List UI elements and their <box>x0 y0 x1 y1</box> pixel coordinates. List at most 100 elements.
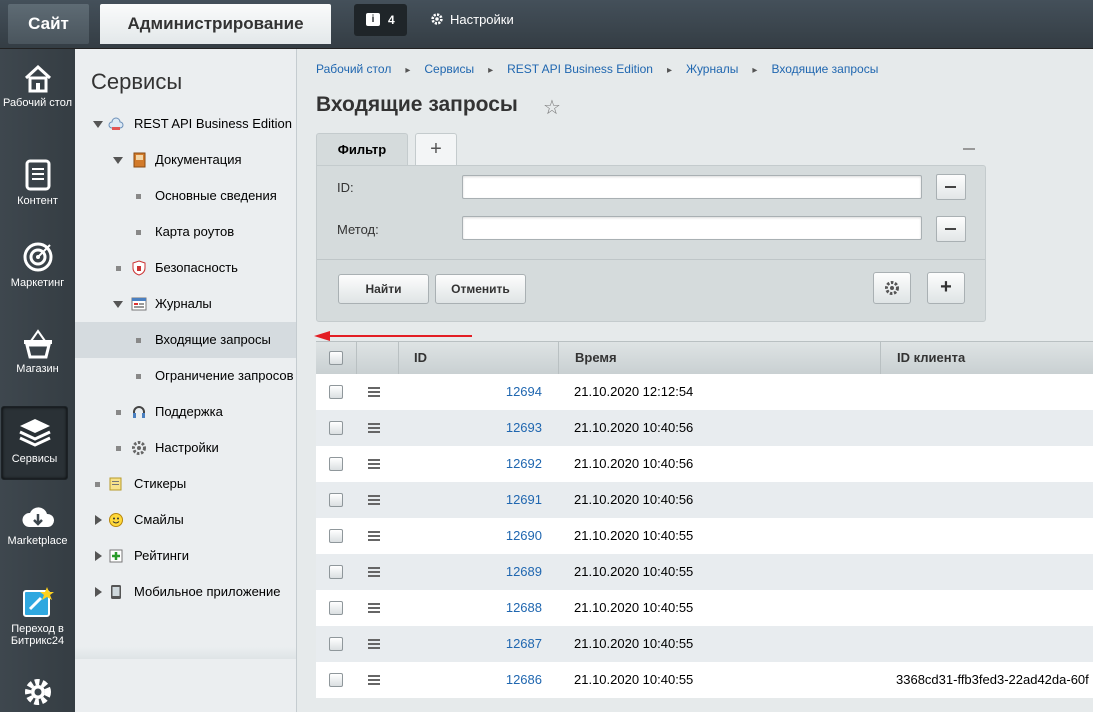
row-menu-icon[interactable] <box>368 639 380 649</box>
actions-column-header <box>356 342 397 374</box>
expand-arrow-icon[interactable] <box>95 587 102 597</box>
row-menu-icon[interactable] <box>368 531 380 541</box>
tree-item-journals[interactable]: Журналы <box>75 286 296 322</box>
icon-panel: Рабочий стол Контент Маркетинг Магазин С… <box>0 49 75 712</box>
column-header-id[interactable]: ID <box>398 342 558 374</box>
top-bar: Сайт Администрирование i 4 Настройки <box>0 0 1093 49</box>
tree-item-security[interactable]: Безопасность <box>75 250 296 286</box>
column-header-time[interactable]: Время <box>558 342 880 374</box>
table-row[interactable]: 12688 21.10.2020 10:40:55 <box>316 590 1093 626</box>
tree-item-documentation[interactable]: Документация <box>75 142 296 178</box>
id-field[interactable] <box>462 175 922 199</box>
row-checkbox[interactable] <box>329 457 343 471</box>
breadcrumb-separator-icon: ▸ <box>666 65 672 76</box>
admin-tab[interactable]: Администрирование <box>100 4 331 44</box>
row-checkbox[interactable] <box>329 421 343 435</box>
tree-item-incoming-requests[interactable]: Входящие запросы <box>75 322 296 358</box>
table-row[interactable]: 12693 21.10.2020 10:40:56 <box>316 410 1093 446</box>
nav-content[interactable]: Контент <box>0 159 75 207</box>
tree-item-rest-api[interactable]: REST API Business Edition <box>75 106 296 142</box>
site-tab[interactable]: Сайт <box>8 4 89 44</box>
table-row[interactable]: 12692 21.10.2020 10:40:56 <box>316 446 1093 482</box>
row-id-link[interactable]: 12688 <box>436 590 542 626</box>
row-checkbox[interactable] <box>329 601 343 615</box>
row-checkbox[interactable] <box>329 529 343 543</box>
tree-item-ratings[interactable]: Рейтинги <box>75 538 296 574</box>
bullet-icon <box>116 446 121 451</box>
tree-item-mobile-app[interactable]: Мобильное приложение <box>75 574 296 610</box>
row-id-link[interactable]: 12687 <box>436 626 542 662</box>
nav-services[interactable]: Сервисы <box>1 406 68 480</box>
settings-link[interactable]: Настройки <box>430 12 514 27</box>
filter-settings-button[interactable] <box>873 272 911 304</box>
table-row[interactable]: 12691 21.10.2020 10:40:56 <box>316 482 1093 518</box>
row-checkbox[interactable] <box>329 493 343 507</box>
expand-arrow-icon[interactable] <box>113 157 123 164</box>
remove-id-field-button[interactable] <box>936 174 966 200</box>
row-checkbox[interactable] <box>329 385 343 399</box>
tree-item-request-limit[interactable]: Ограничение запросов <box>75 358 296 394</box>
collapse-filter-icon[interactable] <box>963 148 975 150</box>
tree-item-route-map[interactable]: Карта роутов <box>75 214 296 250</box>
add-field-button[interactable]: + <box>927 272 965 304</box>
table-row[interactable]: 12690 21.10.2020 10:40:55 <box>316 518 1093 554</box>
breadcrumb-item[interactable]: Рабочий стол <box>316 62 391 76</box>
nav-marketing[interactable]: Маркетинг <box>0 241 75 289</box>
row-checkbox[interactable] <box>329 637 343 651</box>
expand-arrow-icon[interactable] <box>95 551 102 561</box>
table-row[interactable]: 12686 21.10.2020 10:40:55 3368cd31-ffb3fed… <box>316 662 1093 698</box>
row-id-link[interactable]: 12693 <box>436 410 542 446</box>
row-menu-icon[interactable] <box>368 459 380 469</box>
row-id-link[interactable]: 12694 <box>436 374 542 410</box>
add-filter-tab-button[interactable]: + <box>415 133 457 166</box>
row-checkbox[interactable] <box>329 565 343 579</box>
row-checkbox[interactable] <box>329 673 343 687</box>
notifications-button[interactable]: i 4 <box>354 4 407 36</box>
annotation-arrow-icon <box>314 331 472 341</box>
table-row[interactable]: 12687 21.10.2020 10:40:55 <box>316 626 1093 662</box>
row-menu-icon[interactable] <box>368 495 380 505</box>
nav-desktop[interactable]: Рабочий стол <box>0 65 75 109</box>
breadcrumb-item[interactable]: REST API Business Edition <box>507 62 653 76</box>
tree-item-settings[interactable]: Настройки <box>75 430 296 466</box>
tree-item-smiles[interactable]: Смайлы <box>75 502 296 538</box>
breadcrumb-item[interactable]: Входящие запросы <box>771 62 878 76</box>
row-id-link[interactable]: 12686 <box>436 662 542 698</box>
expand-arrow-icon[interactable] <box>113 301 123 308</box>
table-row[interactable]: 12694 21.10.2020 12:12:54 <box>316 374 1093 410</box>
row-id-link[interactable]: 12690 <box>436 518 542 554</box>
row-menu-icon[interactable] <box>368 387 380 397</box>
row-id-link[interactable]: 12692 <box>436 446 542 482</box>
select-all-checkbox[interactable] <box>329 351 343 365</box>
expand-arrow-icon[interactable] <box>93 121 103 128</box>
column-header-client-id[interactable]: ID клиента <box>880 342 1093 374</box>
favorite-star-icon[interactable]: ☆ <box>543 95 561 120</box>
row-menu-icon[interactable] <box>368 603 380 613</box>
row-id-link[interactable]: 12689 <box>436 554 542 590</box>
cancel-button[interactable]: Отменить <box>435 274 526 304</box>
breadcrumb-item[interactable]: Журналы <box>686 62 738 76</box>
tree-item-support[interactable]: Поддержка <box>75 394 296 430</box>
nav-marketplace[interactable]: Marketplace <box>0 505 75 547</box>
expand-arrow-icon[interactable] <box>95 515 102 525</box>
target-icon <box>23 242 52 272</box>
remove-method-field-button[interactable] <box>936 216 966 242</box>
nav-bitrix24[interactable]: Переход в Битрикс24 <box>0 585 75 647</box>
nav-settings[interactable] <box>0 677 75 711</box>
row-menu-icon[interactable] <box>368 423 380 433</box>
row-menu-icon[interactable] <box>368 675 380 685</box>
find-button[interactable]: Найти <box>338 274 429 304</box>
filter-tab[interactable]: Фильтр <box>316 133 408 166</box>
breadcrumb-item[interactable]: Сервисы <box>424 62 474 76</box>
cloud-download-icon <box>21 507 54 527</box>
tree-item-basics[interactable]: Основные сведения <box>75 178 296 214</box>
method-field[interactable] <box>462 216 922 240</box>
table-row[interactable]: 12689 21.10.2020 10:40:55 <box>316 554 1093 590</box>
nav-marketing-label: Маркетинг <box>10 277 65 289</box>
row-id-link[interactable]: 12691 <box>436 482 542 518</box>
basket-icon <box>23 329 52 359</box>
tree-item-stickers[interactable]: Стикеры <box>75 466 296 502</box>
nav-shop[interactable]: Магазин <box>0 329 75 375</box>
document-icon <box>25 159 50 191</box>
row-menu-icon[interactable] <box>368 567 380 577</box>
